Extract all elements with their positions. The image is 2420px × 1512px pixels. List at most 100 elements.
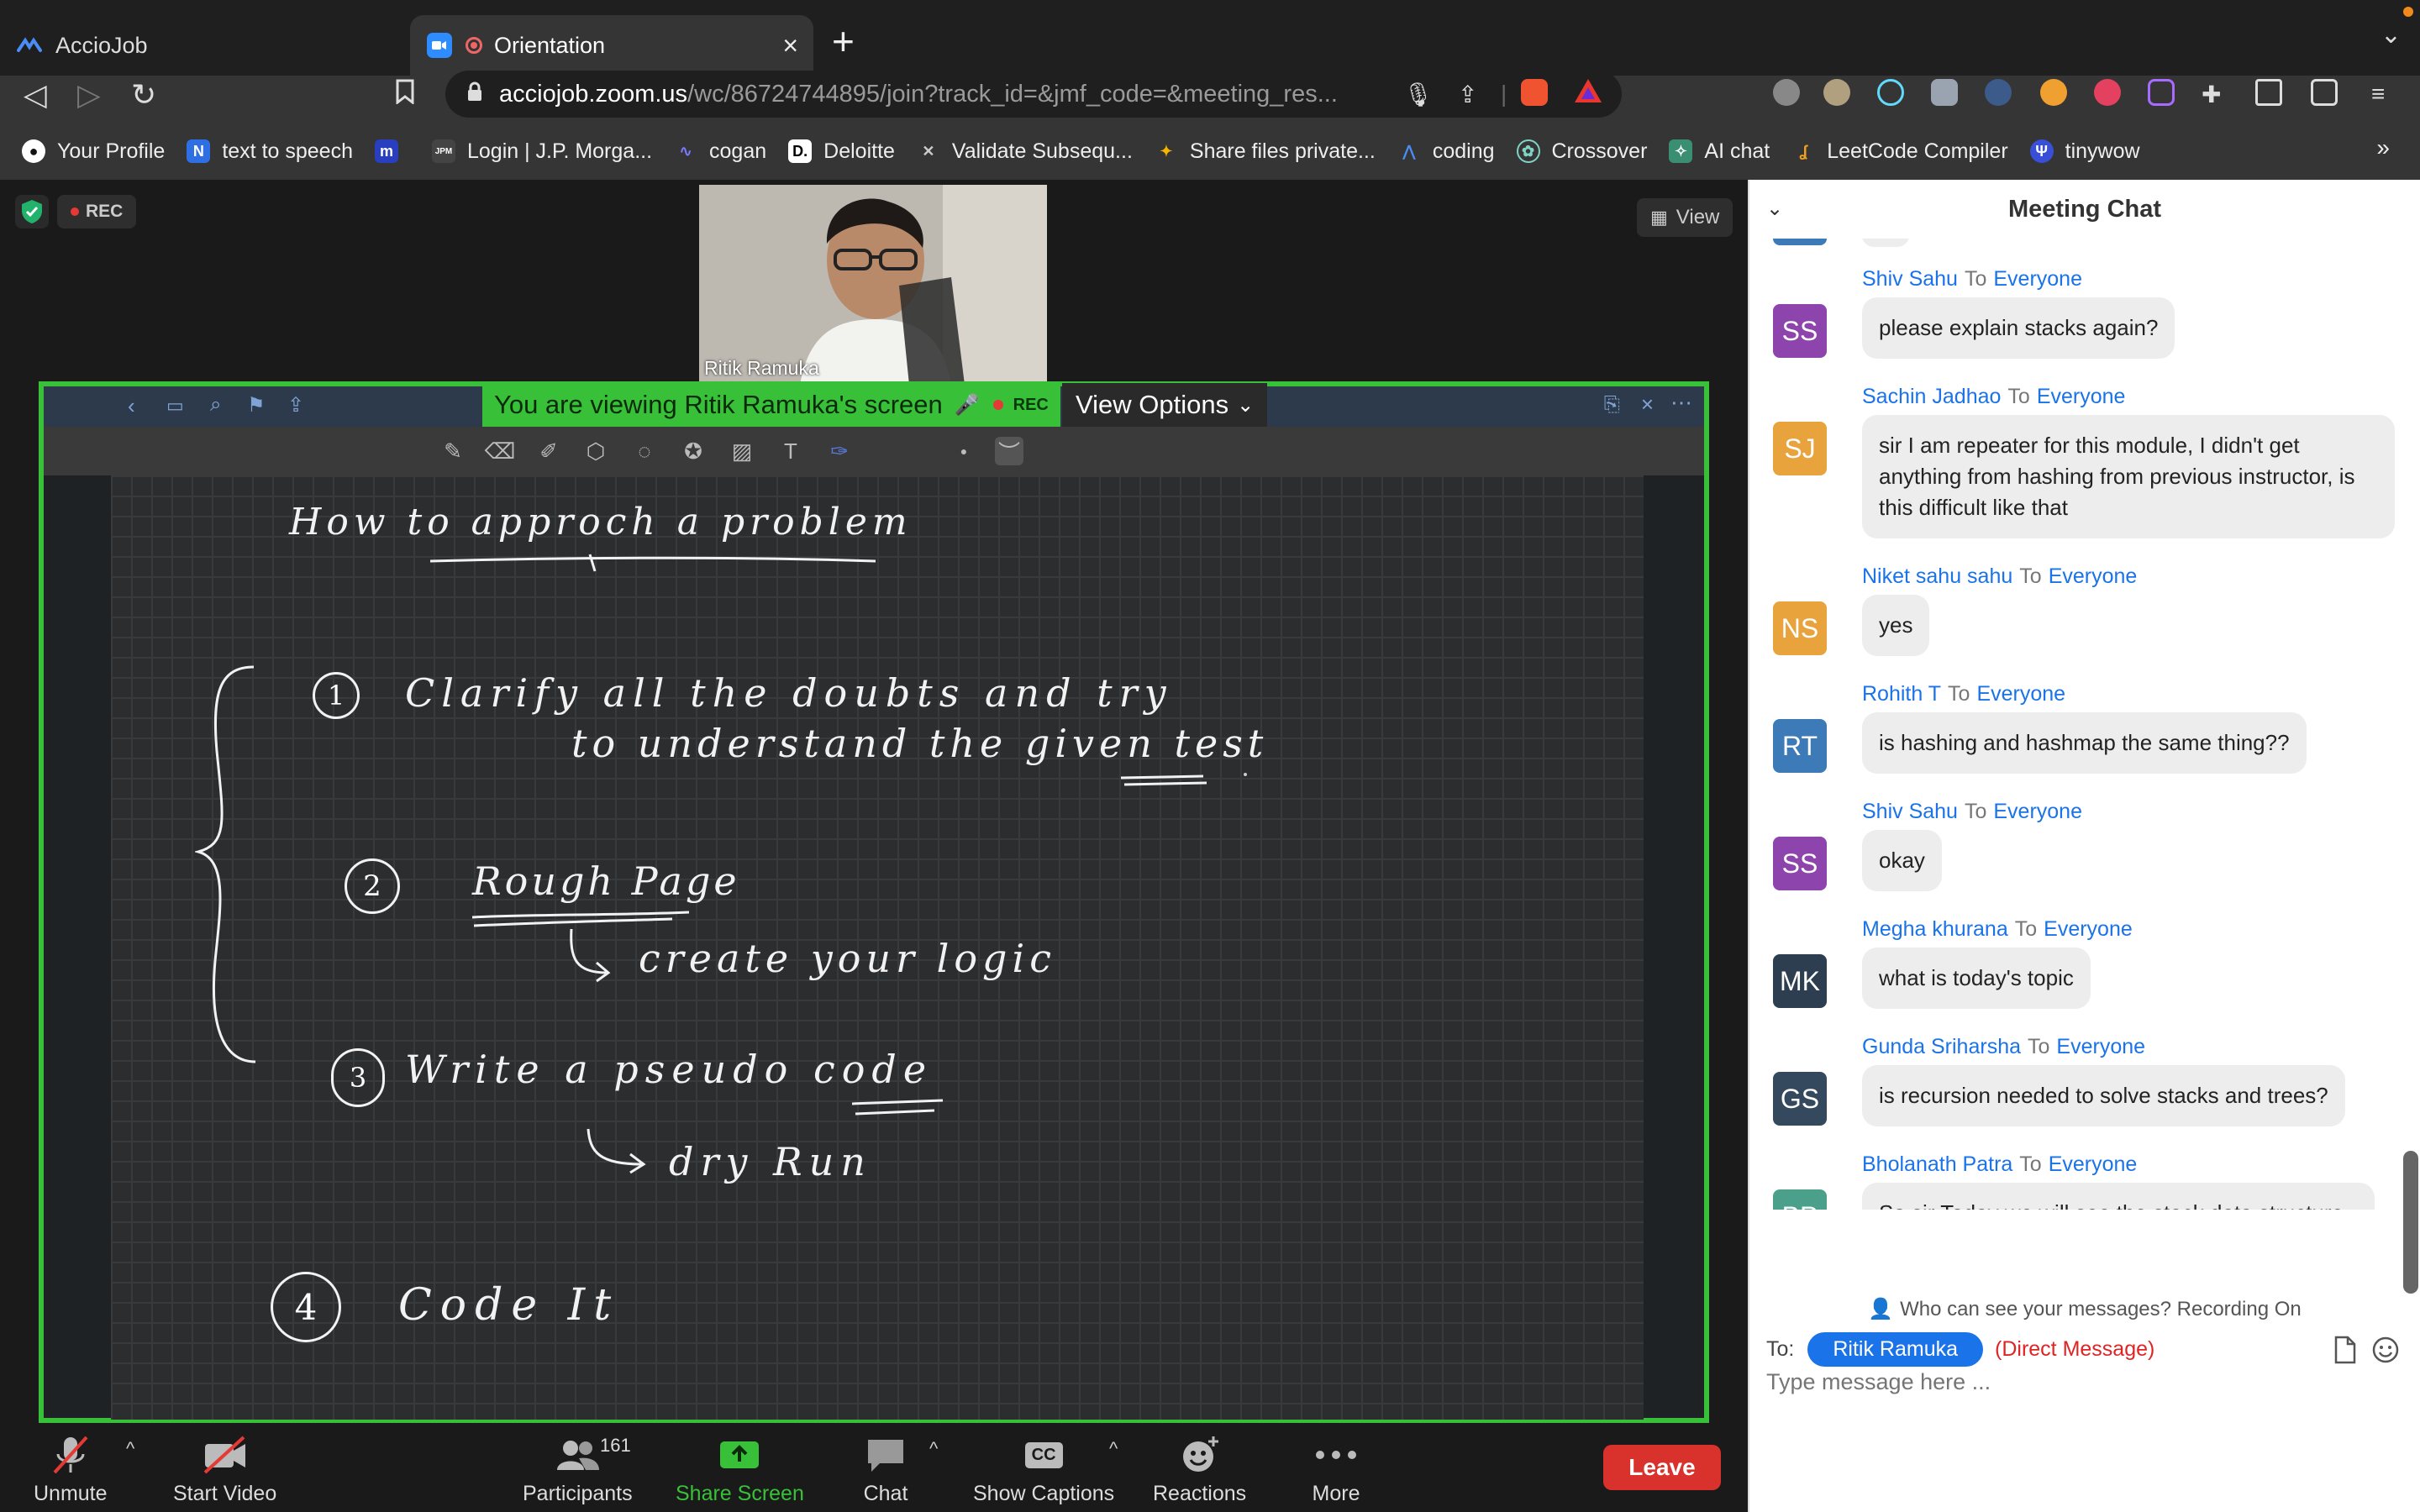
step-2-line-1: Rough Page xyxy=(472,858,740,904)
bookmark-validate[interactable]: ✕ Validate Subsequ... xyxy=(917,139,1133,164)
tab-acciojob[interactable]: AccioJob xyxy=(0,15,408,76)
bookmark-jpmorgan[interactable]: JPM Login | J.P. Morga... xyxy=(431,139,652,164)
participant-video-feed xyxy=(699,185,1047,385)
sidebar-toggle-icon[interactable] xyxy=(2255,79,2282,106)
bookmark-m[interactable]: m xyxy=(374,139,410,163)
step-1-line-1: Clarify all the doubts and try xyxy=(405,670,1173,716)
audio-options-caret-icon[interactable]: ^ xyxy=(126,1438,134,1460)
bookmark-page-icon[interactable] xyxy=(395,79,415,111)
chat-message-list[interactable]: Shiv Sahu To Everyone SS please explain st… xyxy=(1749,239,2410,1210)
more-options-icon: ⋯ xyxy=(1670,390,1692,415)
extension-6-icon[interactable] xyxy=(2040,79,2067,106)
emoji-icon[interactable] xyxy=(2371,1336,2400,1364)
eraser-tool-icon: ⌫ xyxy=(484,438,516,464)
bookmark-share-files[interactable]: ✦ Share files private... xyxy=(1155,139,1375,164)
react-devtools-icon[interactable] xyxy=(1877,79,1904,106)
extension-4-icon[interactable] xyxy=(1931,79,1958,106)
view-button[interactable]: ▦ View xyxy=(1637,198,1733,237)
chat-message-input[interactable] xyxy=(1766,1369,2405,1395)
bookmark-tinywow[interactable]: Ψtinywow xyxy=(2029,139,2140,164)
message-header: Shiv Sahu To Everyone xyxy=(1862,267,2082,291)
bookmark-coding[interactable]: ⋀ coding xyxy=(1397,139,1494,164)
extension-1-icon[interactable] xyxy=(1773,79,1800,106)
bookmark-deloitte[interactable]: D. Deloitte xyxy=(788,139,895,164)
jpm-icon: JPM xyxy=(431,139,455,163)
chat-scrollbar[interactable] xyxy=(2403,1151,2418,1294)
shared-screen[interactable]: ‹ ▭ ⌕ ⚑ ⇪ ⎘ × ⋯ You are viewing Ritik Ra… xyxy=(39,381,1709,1423)
laser-pointer-icon: ✑ xyxy=(830,438,849,464)
unmute-button[interactable]: Unmute xyxy=(34,1433,108,1506)
browser-menu-icon[interactable]: ≡ xyxy=(2371,81,2385,108)
back-icon[interactable]: ◁ xyxy=(24,77,47,113)
avatar: RT xyxy=(1773,719,1827,773)
bookmark-leetcode[interactable]: ʆ LeetCode Compiler xyxy=(1791,139,2007,164)
step-number-badge: 2 xyxy=(345,858,400,914)
avatar: NS xyxy=(1773,601,1827,655)
tab-orientation[interactable]: Orientation × xyxy=(410,15,813,76)
extension-7-icon[interactable] xyxy=(2094,79,2121,106)
participants-count: 161 xyxy=(600,1435,631,1456)
extensions-puzzle-icon[interactable]: ✚ xyxy=(2202,81,2221,108)
bookmark-ai-chat[interactable]: ✧ AI chat xyxy=(1669,139,1770,164)
m-icon: m xyxy=(374,139,398,163)
tab-search-chevron-icon[interactable]: ⌄ xyxy=(2381,20,2402,50)
more-bookmarks-icon[interactable]: » xyxy=(2376,134,2390,161)
new-tab-icon[interactable]: + xyxy=(832,18,855,64)
direct-message-label: (Direct Message) xyxy=(1995,1337,2155,1361)
meeting-area: REC ▦ View Ritik Ramuka ‹ ▭ ⌕ ⚑ ⇪ ⎘ × ⋯ xyxy=(0,180,1748,1512)
message-bubble: is recursion needed to solve stacks and … xyxy=(1862,1065,2345,1126)
stroke-style-icon: ︶ xyxy=(995,437,1023,465)
bookmark-cogan[interactable]: ∿ cogan xyxy=(674,139,766,164)
forward-icon[interactable]: ▷ xyxy=(77,77,101,113)
wallet-icon[interactable] xyxy=(2311,79,2338,106)
reactions-button[interactable]: Reactions xyxy=(1153,1433,1246,1506)
recording-badge[interactable]: REC xyxy=(57,195,137,228)
step-1-underline xyxy=(1120,773,1247,786)
bookmark-your-profile[interactable]: ● Your Profile xyxy=(22,139,165,164)
brave-shields-icon[interactable] xyxy=(1521,79,1548,106)
grid-view-icon: ▦ xyxy=(1650,207,1668,228)
message-bubble: okay xyxy=(1862,830,1942,891)
captions-options-caret-icon[interactable]: ^ xyxy=(1109,1438,1118,1460)
meeting-controls-bar: Unmute ^ Start Video Participants 161 Sh… xyxy=(0,1425,1748,1512)
start-video-button[interactable]: Start Video xyxy=(173,1433,276,1506)
security-shield-icon[interactable] xyxy=(15,195,49,228)
brave-rewards-icon[interactable] xyxy=(1573,77,1603,110)
lock-icon[interactable] xyxy=(466,81,483,102)
notification-dot-icon xyxy=(2403,7,2413,17)
who-can-see-notice[interactable]: 👤 Who can see your messages? Recording On xyxy=(1749,1297,2420,1321)
highlighter-tool-icon: ✐ xyxy=(539,438,558,464)
microphone-icon[interactable]: 🎙 xyxy=(1403,81,1434,108)
view-options-dropdown[interactable]: View Options ⌄ xyxy=(1062,383,1268,427)
leave-button[interactable]: Leave xyxy=(1603,1445,1721,1490)
recipient-row: To: Ritik Ramuka (Direct Message) xyxy=(1766,1332,2154,1367)
chat-button[interactable]: Chat xyxy=(860,1433,911,1506)
previous-avatar xyxy=(1773,239,1827,245)
search-icon: ⌕ xyxy=(210,393,222,416)
show-captions-button[interactable]: CC Show Captions xyxy=(973,1433,1114,1506)
participant-video-tile[interactable]: Ritik Ramuka xyxy=(699,185,1047,385)
extension-8-icon[interactable] xyxy=(2148,79,2175,106)
extension-5-icon[interactable] xyxy=(1985,79,2012,106)
tab-close-icon[interactable]: × xyxy=(782,30,798,61)
share-files-icon: ✦ xyxy=(1160,142,1173,160)
address-bar[interactable]: acciojob.zoom.us/wc/86724744895/join?tra… xyxy=(445,71,1622,118)
whiteboard-canvas: How to approch a problem 1 Clarify all t… xyxy=(111,475,1644,1420)
chat-options-caret-icon[interactable]: ^ xyxy=(929,1438,938,1460)
file-attach-icon[interactable] xyxy=(2333,1336,2358,1364)
reload-icon[interactable]: ↻ xyxy=(131,77,156,113)
curly-brace xyxy=(195,665,256,1063)
recipient-selector[interactable]: Ritik Ramuka xyxy=(1807,1332,1984,1367)
share-page-icon[interactable]: ⇪ xyxy=(1458,81,1477,108)
chat-title: Meeting Chat xyxy=(2007,195,2162,223)
tab-title: Orientation xyxy=(494,32,606,58)
message-bubble: So sir Today we will see the stack data … xyxy=(1862,1183,2375,1210)
share-screen-button[interactable]: Share Screen xyxy=(676,1433,804,1506)
bookmark-crossover[interactable]: ✿ Crossover xyxy=(1516,139,1647,164)
more-button[interactable]: More xyxy=(1311,1433,1361,1506)
bookmark-text-to-speech[interactable]: Ntext to speech xyxy=(187,139,353,164)
image-tool-icon: ▨ xyxy=(731,438,753,464)
new-page-icon: ⎘ xyxy=(1603,393,1620,416)
muted-microphone-icon xyxy=(45,1433,96,1477)
extension-2-icon[interactable] xyxy=(1823,79,1850,106)
